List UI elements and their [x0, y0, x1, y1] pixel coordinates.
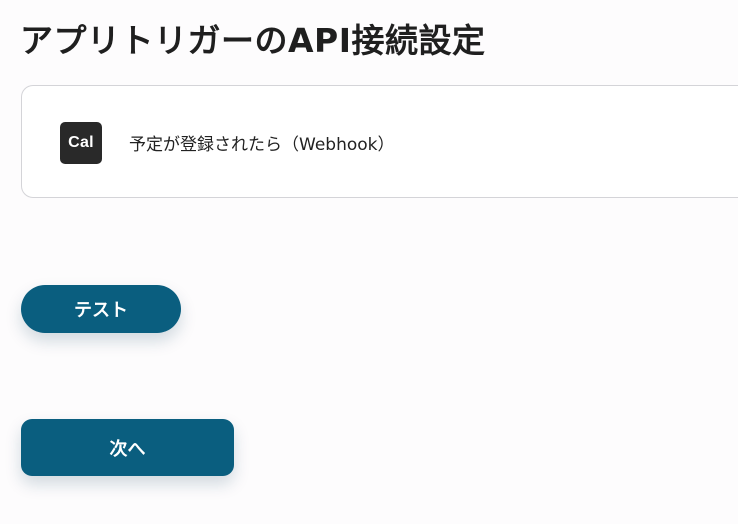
trigger-label: 予定が登録されたら（Webhook）	[129, 135, 395, 155]
test-button[interactable]: テスト	[21, 285, 181, 333]
next-button[interactable]: 次へ	[21, 419, 234, 476]
cal-logo-icon: Cal	[60, 122, 102, 164]
trigger-card[interactable]: Cal 予定が登録されたら（Webhook）	[21, 85, 738, 198]
page-title: アプリトリガーのAPI接続設定	[20, 21, 486, 60]
